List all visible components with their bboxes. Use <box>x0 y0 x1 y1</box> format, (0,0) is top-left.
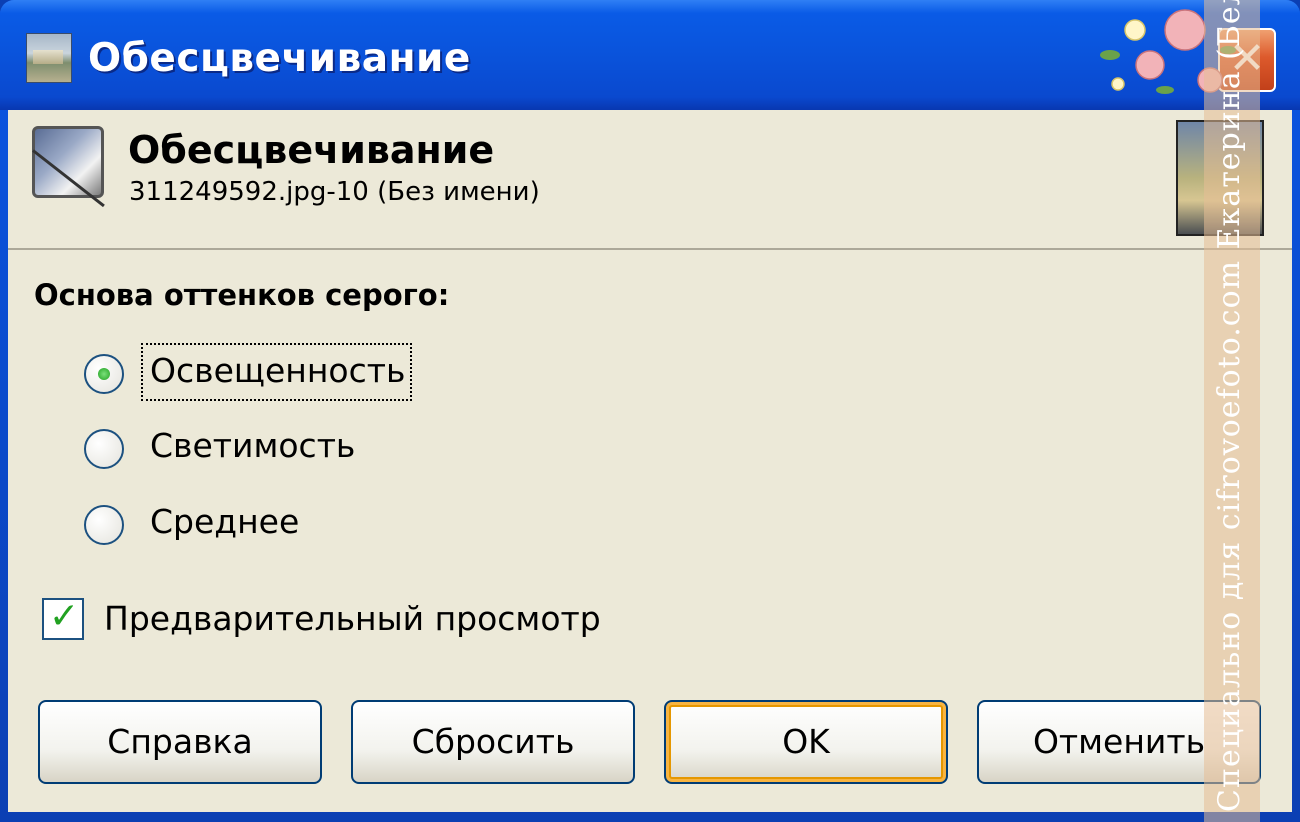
radio-label[interactable]: Светимость <box>146 426 359 465</box>
radio-button[interactable] <box>84 354 124 394</box>
watermark-text: Специально для cifrovoefoto.com Екатерин… <box>1212 0 1247 812</box>
reset-button[interactable]: Сбросить <box>351 700 635 784</box>
check-icon: ✓ <box>49 596 80 637</box>
dialog-client-area: Обесцвечивание 311249592.jpg-10 (Без име… <box>8 110 1292 812</box>
dialog-header: Обесцвечивание 311249592.jpg-10 (Без име… <box>8 110 1292 250</box>
ok-button[interactable]: OK <box>664 700 948 784</box>
preview-label[interactable]: Предварительный просмотр <box>104 599 601 638</box>
radio-button[interactable] <box>84 505 124 545</box>
radio-selected-dot <box>98 368 110 380</box>
header-title: Обесцвечивание <box>128 128 495 172</box>
radio-label[interactable]: Освещенность <box>146 351 409 390</box>
app-icon <box>26 33 72 83</box>
help-button[interactable]: Справка <box>38 700 322 784</box>
desaturate-tool-icon <box>32 126 104 198</box>
preview-checkbox[interactable]: ✓ <box>42 596 84 640</box>
dialog-window: Обесцвечивание ✕ Обесцвечивание 311249 <box>0 0 1300 822</box>
window-title: Обесцвечивание <box>88 36 471 81</box>
header-subtitle: 311249592.jpg-10 (Без имени) <box>129 177 540 207</box>
radio-button[interactable] <box>84 429 124 469</box>
radio-label[interactable]: Среднее <box>146 502 303 541</box>
grayscale-basis-label: Основа оттенков серого: <box>34 278 450 312</box>
